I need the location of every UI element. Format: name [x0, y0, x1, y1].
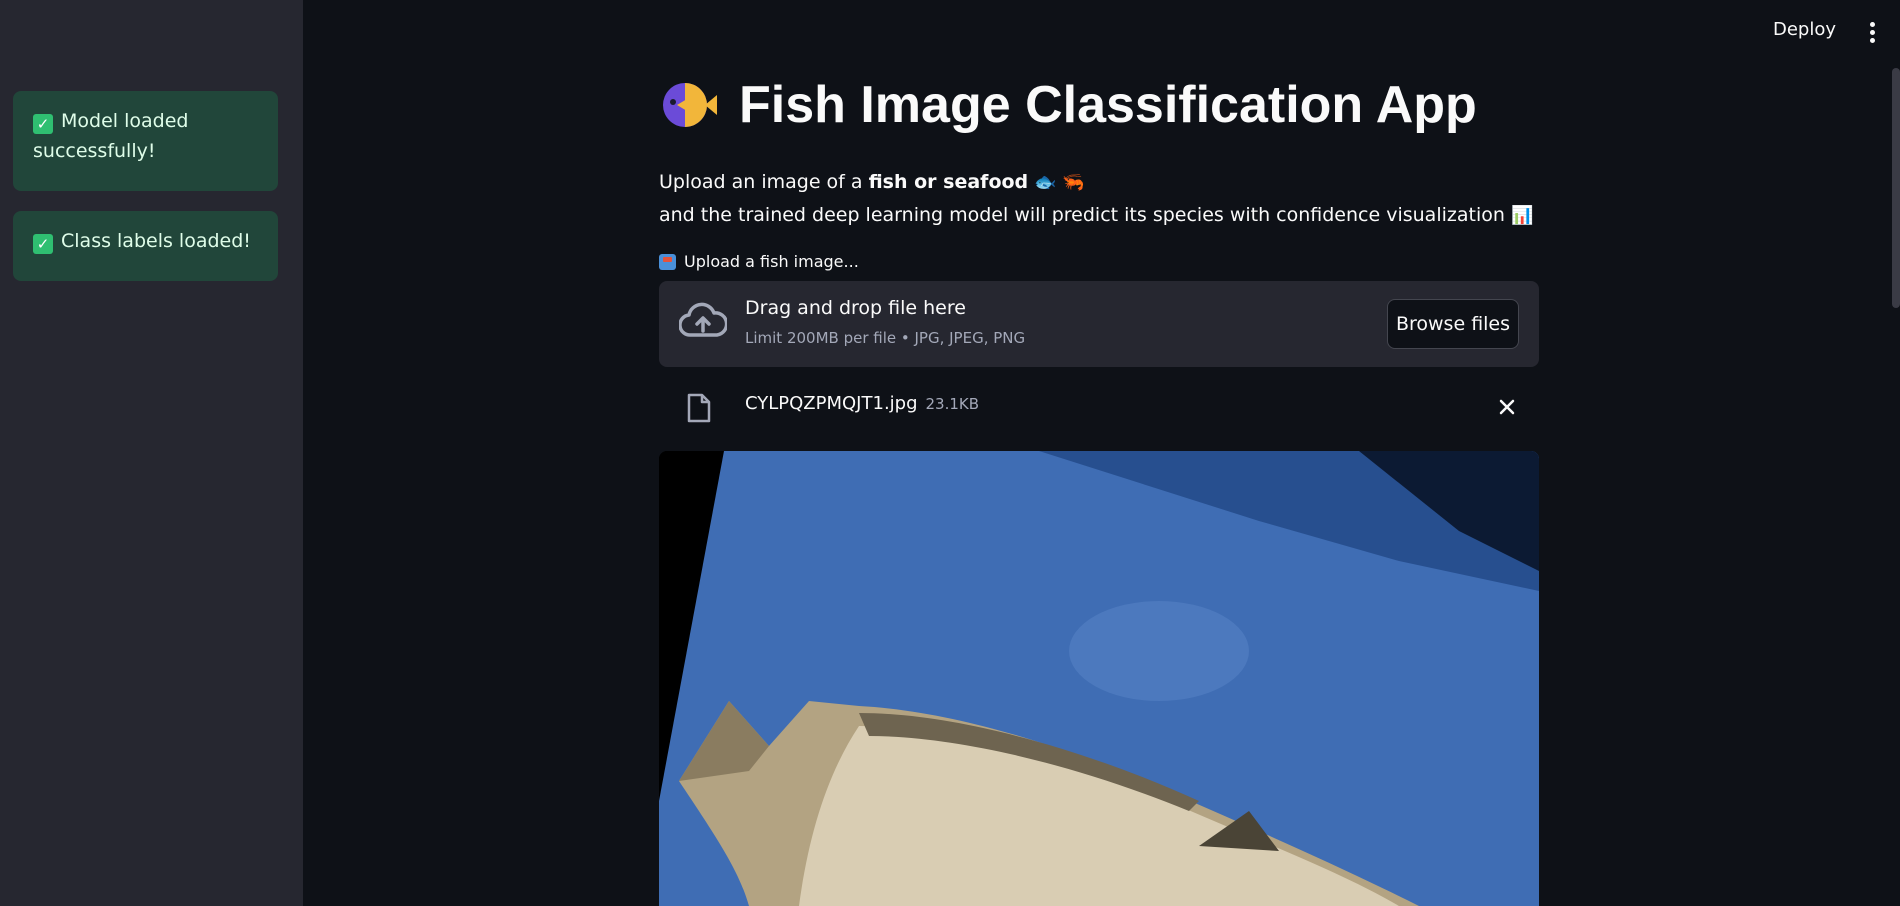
description-bold: fish or seafood: [868, 171, 1029, 193]
page-title: Fish Image Classification App: [739, 76, 1477, 134]
chart-emoji: 📊: [1510, 205, 1534, 226]
sidebar: ✓ Model loaded successfully! ✓ Class label…: [0, 0, 303, 906]
top-toolbar: Deploy: [1600, 0, 1900, 68]
kebab-menu-icon[interactable]: [1868, 22, 1876, 44]
file-size: 23.1KB: [925, 395, 980, 413]
check-icon: ✓: [33, 114, 53, 134]
dropzone-limits: Limit 200MB per file • JPG, JPEG, PNG: [745, 329, 1026, 347]
close-icon[interactable]: [1495, 395, 1519, 419]
file-name: CYLPQZPMQJT1.jpg 23.1KB: [745, 393, 980, 414]
content: Fish Image Classification App Upload an …: [659, 60, 1539, 447]
description-line-2: and the trained deep learning model will…: [659, 204, 1534, 226]
description: Upload an image of a fish or seafood 🐟 🦐…: [659, 166, 1539, 232]
check-icon: ✓: [33, 234, 53, 254]
file-icon: [687, 393, 711, 423]
deploy-button[interactable]: Deploy: [1773, 19, 1836, 40]
main-area: Deploy Fish Image Classification App Upl…: [303, 0, 1900, 906]
success-alert-labels: ✓ Class labels loaded!: [13, 211, 278, 281]
success-alert-model: ✓ Model loaded successfully!: [13, 91, 278, 191]
tropical-fish-icon: [663, 83, 717, 127]
file-dropzone[interactable]: Drag and drop file here Limit 200MB per …: [659, 281, 1539, 367]
alert-text: Class labels loaded!: [61, 230, 251, 252]
uploaded-fish-image: [659, 451, 1539, 906]
uploader-label: Upload a fish image...: [659, 252, 1539, 271]
fish-shrimp-emoji: 🐟 🦐: [1034, 172, 1085, 193]
dropzone-title: Drag and drop file here: [745, 297, 966, 319]
cloud-upload-icon: [679, 302, 727, 337]
description-line-1: Upload an image of a fish or seafood 🐟 🦐: [659, 171, 1085, 193]
alert-text: Model loaded successfully!: [33, 110, 189, 162]
scrollbar[interactable]: [1892, 68, 1900, 308]
inbox-tray-icon: [659, 253, 676, 270]
title-row: Fish Image Classification App: [659, 60, 1539, 150]
uploaded-file: CYLPQZPMQJT1.jpg 23.1KB: [659, 367, 1539, 447]
browse-files-button[interactable]: Browse files: [1387, 299, 1519, 349]
